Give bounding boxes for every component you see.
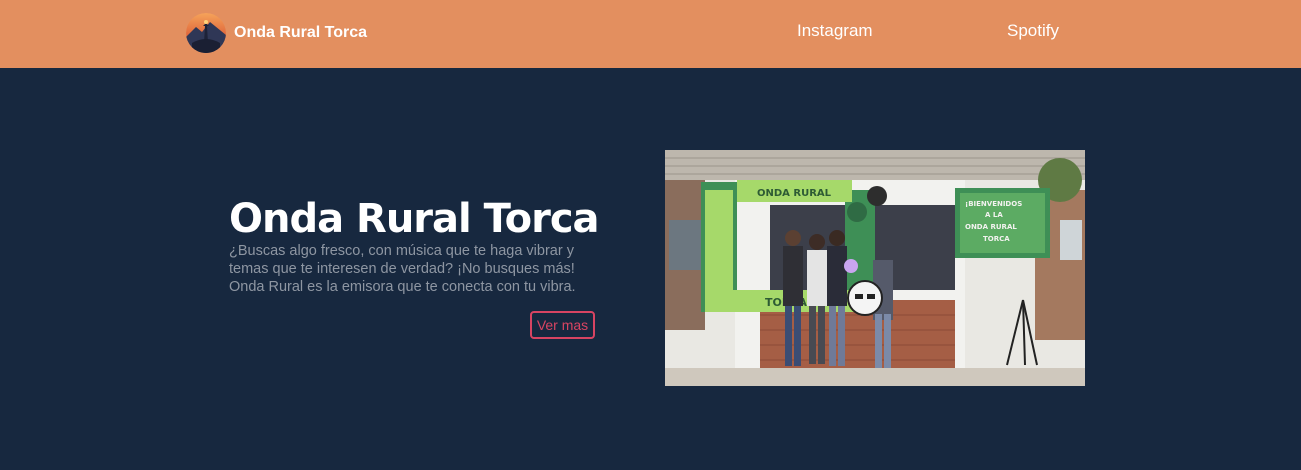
top-navbar: Onda Rural Torca Instagram Spotify: [0, 0, 1301, 68]
booth-sign-text: ONDA RURAL: [757, 188, 832, 199]
hero-photo: ONDA RURAL TORCA: [665, 150, 1085, 386]
hero-description: ¿Buscas algo fresco, con música que te h…: [229, 243, 576, 295]
welcome-sign-line-1: ¡BIENVENIDOS: [965, 200, 1022, 208]
ver-mas-button[interactable]: Ver mas: [530, 311, 595, 339]
nav-link-spotify[interactable]: Spotify: [1007, 21, 1059, 41]
welcome-sign-line-3: ONDA RURAL: [965, 223, 1017, 231]
hero-title: Onda Rural Torca: [229, 196, 600, 242]
welcome-sign-line-2: A LA: [985, 211, 1003, 219]
nav-link-instagram[interactable]: Instagram: [797, 21, 873, 41]
welcome-sign-line-4: TORCA: [983, 235, 1010, 243]
radio-station-logo-icon: [186, 13, 226, 53]
brand-link[interactable]: Onda Rural Torca: [186, 13, 367, 53]
brand-name: Onda Rural Torca: [234, 24, 368, 41]
